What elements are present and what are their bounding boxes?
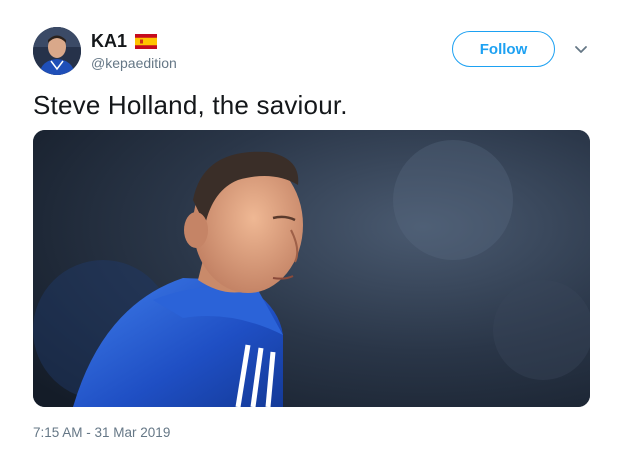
tweet-card: KA1 @kepaedition Follow Steve Holland, t… xyxy=(0,0,620,450)
tweet-text: Steve Holland, the saviour. xyxy=(33,90,348,120)
chevron-down-icon[interactable] xyxy=(572,40,590,58)
tweet-timestamp[interactable]: 7:15 AM - 31 Mar 2019 xyxy=(33,425,170,440)
avatar[interactable] xyxy=(33,27,81,75)
avatar-image-icon xyxy=(33,27,81,75)
follow-button[interactable]: Follow xyxy=(452,31,555,67)
photo-man-in-blue-jacket-icon xyxy=(33,130,590,407)
spain-flag-icon xyxy=(135,34,158,49)
display-name[interactable]: KA1 xyxy=(91,31,127,52)
user-handle[interactable]: @kepaedition xyxy=(91,55,177,71)
name-row: KA1 xyxy=(91,31,158,52)
tweet-photo[interactable] xyxy=(33,130,590,407)
